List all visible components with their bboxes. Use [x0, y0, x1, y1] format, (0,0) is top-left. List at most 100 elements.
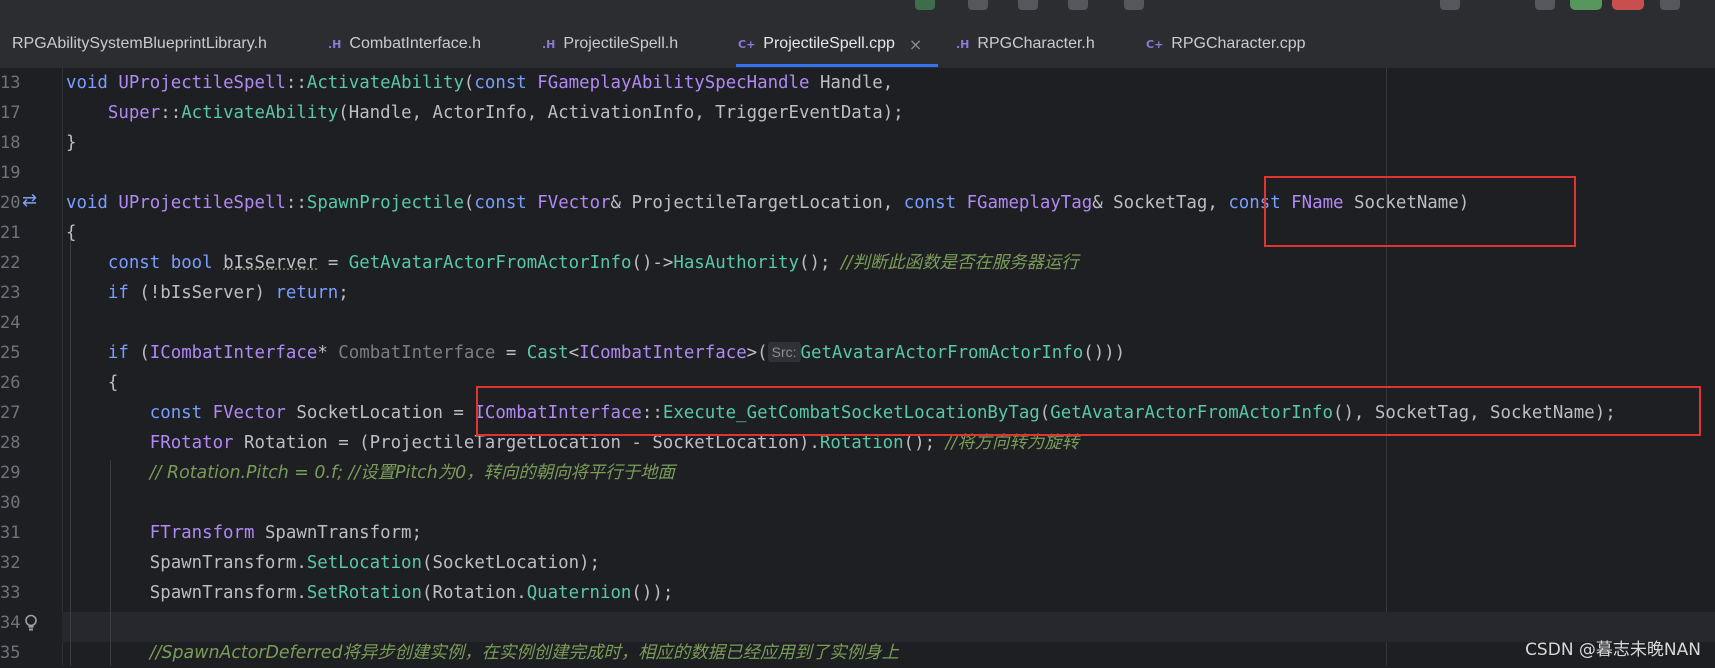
- function-name: GetAvatarActorFromActorInfo: [348, 253, 632, 273]
- keyword: bool: [170, 253, 213, 273]
- code-line-13[interactable]: void UProjectileSpell::ActivateAbility(c…: [66, 68, 893, 98]
- keyword: const: [474, 73, 527, 93]
- code-text: Rotation = (ProjectileTargetLocation - S…: [233, 433, 820, 453]
- code-text: *: [317, 343, 339, 363]
- tab-label: CombatInterface.h: [349, 35, 482, 52]
- toolbar-icon[interactable]: [968, 0, 988, 10]
- line-number: 13: [0, 73, 21, 93]
- code-line-17[interactable]: Super::ActivateAbility(Handle, ActorInfo…: [66, 98, 904, 128]
- code-text: (Handle, ActorInfo, ActivationInfo, Trig…: [338, 103, 904, 123]
- code-line-18[interactable]: }: [66, 128, 76, 158]
- more-icon[interactable]: [1660, 0, 1680, 10]
- comment: // Rotation.Pitch = 0.f; //设置Pitch为0，转向的…: [149, 463, 675, 483]
- stop-button[interactable]: [1612, 0, 1644, 10]
- keyword: if: [107, 343, 129, 363]
- function-name: ActivateAbility: [306, 73, 464, 93]
- code-line-32[interactable]: SpawnTransform.SetLocation(SocketLocatio…: [66, 548, 600, 578]
- line-number: 29: [0, 463, 21, 483]
- function-name: SetLocation: [306, 553, 422, 573]
- toolbar-icon[interactable]: [1018, 0, 1038, 10]
- code-line-20[interactable]: void UProjectileSpell::SpawnProjectile(c…: [66, 188, 1469, 218]
- toolbar-build-icon[interactable]: [915, 0, 935, 10]
- type-name: FVector: [212, 403, 286, 423]
- code-line-22[interactable]: const bool bIsServer = GetAvatarActorFro…: [66, 248, 1079, 278]
- code-text: (Rotation.: [422, 583, 527, 603]
- parameter-hint: Src:: [767, 342, 801, 362]
- code-text: (: [463, 73, 475, 93]
- function-name: GetAvatarActorFromActorInfo: [800, 343, 1084, 363]
- toolbar-icon[interactable]: [1440, 0, 1460, 10]
- line-number: 20: [0, 193, 21, 213]
- code-editor[interactable]: 13 17 18 19 20 21 22 23 24 25 26 27 28 2…: [0, 68, 1715, 666]
- highlight-box-execute-call: [476, 386, 1701, 436]
- code-line-21[interactable]: {: [66, 218, 76, 248]
- line-number: 28: [0, 433, 21, 453]
- code-text: SpawnTransform;: [254, 523, 422, 543]
- line-number: 19: [0, 163, 21, 183]
- top-toolbar: [0, 0, 1715, 20]
- type-name: FVector: [537, 193, 611, 213]
- scope-operator: ::: [285, 73, 307, 93]
- type-name: FGameplayTag: [966, 193, 1093, 213]
- tab-label: RPGAbilitySystemBlueprintLibrary.h: [12, 35, 267, 52]
- code-text: ());: [631, 583, 674, 603]
- function-name: SetRotation: [306, 583, 422, 603]
- keyword: void: [66, 193, 108, 213]
- function-name: Rotation: [819, 433, 904, 453]
- cpp-file-icon: C+: [738, 37, 756, 51]
- tab-rpgcharacter-h[interactable]: .H RPGCharacter.h: [956, 20, 1095, 68]
- code-text: SpawnTransform.: [149, 583, 307, 603]
- code-line-31[interactable]: FTransform SpawnTransform;: [66, 518, 422, 548]
- lightbulb-icon[interactable]: [24, 614, 38, 637]
- code-text: & SocketTag,: [1092, 193, 1229, 213]
- code-text: ;: [338, 283, 349, 303]
- type-name: FRotator: [149, 433, 234, 453]
- line-number: 21: [0, 223, 21, 243]
- keyword: const: [474, 193, 527, 213]
- super-keyword: Super: [107, 103, 161, 123]
- code-line-29[interactable]: // Rotation.Pitch = 0.f; //设置Pitch为0，转向的…: [66, 458, 675, 488]
- gutter-separator: [62, 68, 63, 666]
- close-icon[interactable]: ×: [909, 35, 922, 54]
- type-name: ICombatInterface: [579, 343, 747, 363]
- code-line-26[interactable]: {: [66, 368, 118, 398]
- header-file-icon: .H: [956, 37, 970, 51]
- line-number: 34: [0, 613, 21, 633]
- comment: //判断此函数是否在服务器运行: [840, 253, 1079, 273]
- editor-tab-bar: RPGAbilitySystemBlueprintLibrary.h .H Co…: [0, 20, 1715, 69]
- class-name: UProjectileSpell: [118, 193, 286, 213]
- code-text: SpawnTransform.: [149, 553, 307, 573]
- keyword: const: [149, 403, 203, 423]
- tab-label: ProjectileSpell.cpp: [763, 35, 895, 52]
- scope-operator: ::: [285, 193, 307, 213]
- line-number: 24: [0, 313, 21, 333]
- tab-rpgabilitysystemblueprintlibrary-h[interactable]: RPGAbilitySystemBlueprintLibrary.h: [12, 20, 267, 68]
- keyword: const: [903, 193, 957, 213]
- override-arrow-icon[interactable]: ⇄: [22, 190, 37, 211]
- code-line-23[interactable]: if (!bIsServer) return;: [66, 278, 349, 308]
- toolbar-icon[interactable]: [1124, 0, 1144, 10]
- tab-rpgcharacter-cpp[interactable]: C+ RPGCharacter.cpp: [1146, 20, 1306, 68]
- code-line-25[interactable]: if (ICombatInterface* CombatInterface = …: [66, 338, 1125, 368]
- comment: //将方向转为旋转: [945, 433, 1079, 453]
- tab-combatinterface-h[interactable]: .H CombatInterface.h: [328, 20, 481, 68]
- code-line-35[interactable]: //SpawnActorDeferred将异步创建实例，在实例创建完成时，相应的…: [66, 638, 899, 668]
- run-button[interactable]: [1570, 0, 1602, 10]
- line-number: 33: [0, 583, 21, 603]
- code-text: (SocketLocation);: [422, 553, 600, 573]
- code-text: (!bIsServer): [128, 283, 276, 303]
- right-margin-guide: [1386, 68, 1387, 666]
- line-number: 23: [0, 283, 21, 303]
- comment: //SpawnActorDeferred将异步创建实例，在实例创建完成时，相应的…: [149, 643, 899, 663]
- tab-projectilespell-h[interactable]: .H ProjectileSpell.h: [542, 20, 678, 68]
- toolbar-icon[interactable]: [1068, 0, 1088, 10]
- tab-projectilespell-cpp[interactable]: C+ ProjectileSpell.cpp ×: [738, 20, 922, 68]
- header-file-icon: .H: [542, 37, 556, 51]
- header-file-icon: .H: [328, 37, 342, 51]
- code-line-33[interactable]: SpawnTransform.SetRotation(Rotation.Quat…: [66, 578, 674, 608]
- keyword: const: [107, 253, 161, 273]
- watermark: CSDN @暮志未晚NAN: [1525, 640, 1701, 660]
- line-number: 31: [0, 523, 21, 543]
- toolbar-icon[interactable]: [1535, 0, 1555, 10]
- code-text: ();: [799, 253, 841, 273]
